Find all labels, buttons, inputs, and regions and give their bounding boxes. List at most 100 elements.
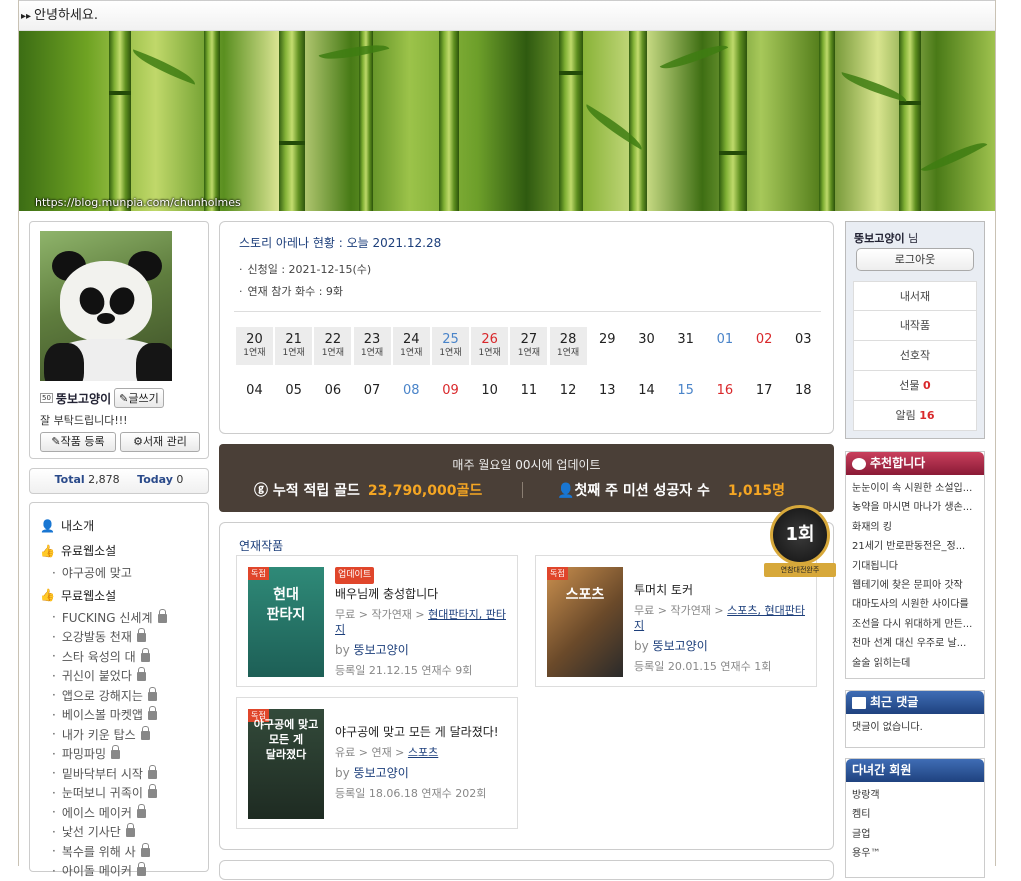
thumbs-up-icon: 👍 xyxy=(40,588,55,602)
cover-title: 스포츠 xyxy=(565,587,605,603)
lock-icon xyxy=(147,784,157,799)
work-by-label: by xyxy=(335,643,354,657)
calendar-day: 27 1연재 xyxy=(510,327,548,365)
menu-free-item-label: 스타 육성의 대 xyxy=(61,649,136,664)
update-badge: 업데이트 xyxy=(335,567,375,584)
bamboo-stalk xyxy=(204,31,220,211)
greeting-text: 안녕하세요. xyxy=(34,8,98,23)
cover-title: 현대 판타지 xyxy=(266,587,306,623)
calendar-day-number: 31 xyxy=(677,332,694,347)
bamboo-stalk xyxy=(109,31,131,211)
profile-nickname[interactable]: 뚱보고양이 xyxy=(56,390,111,407)
bamboo-stalk xyxy=(439,31,459,211)
calendar-day-number: 09 xyxy=(442,383,459,398)
login-menu-item[interactable]: 선물 0 xyxy=(853,371,977,401)
gold-label: ⓖ 누적 적립 골드 xyxy=(254,483,360,499)
recommend-item[interactable]: 기대됩니다 xyxy=(846,557,984,576)
calendar-day-number: 12 xyxy=(559,383,577,398)
visitor-item[interactable]: 방랑객 xyxy=(846,786,984,805)
work-card[interactable]: 독점 야구공에 맞고 모든 게 달라졌다 야구공에 맞고 모든 게 달라졌다! 유료 … xyxy=(236,697,518,829)
visitor-item[interactable]: 켐티 xyxy=(846,805,984,824)
calendar-day-number: 11 xyxy=(520,383,538,398)
bamboo-node xyxy=(719,151,747,155)
today-label: Today xyxy=(137,473,173,486)
login-menu-item[interactable]: 알림 16 xyxy=(853,401,977,431)
work-author[interactable]: 뚱보고양이 xyxy=(354,643,409,657)
recommend-item[interactable]: 웹테기에 찾은 문피아 갓작 xyxy=(846,576,984,595)
calendar-day: 15 xyxy=(667,378,704,416)
bamboo-node xyxy=(899,101,921,105)
menu-free-item[interactable]: 눈떠보니 귀족이 xyxy=(40,783,208,803)
cover-tag: 독점 xyxy=(547,567,568,580)
visitors-title: 다녀간 회원 xyxy=(852,763,912,777)
menu-free-item[interactable]: 복수를 위해 사 xyxy=(40,842,208,862)
recommend-item[interactable]: 농약을 마시면 마나가 생손... xyxy=(846,498,984,517)
calendar-day-number: 28 xyxy=(559,332,577,347)
recommend-item[interactable]: 술술 읽히는데 xyxy=(846,654,984,673)
winner-value: 1,015명 xyxy=(727,483,786,499)
work-author[interactable]: 뚱보고양이 xyxy=(653,639,708,653)
work-genre-link[interactable]: 스포츠 xyxy=(408,746,438,759)
menu-free-item[interactable]: 에이스 메이커 xyxy=(40,803,208,823)
register-work-button[interactable]: ✎작품 등록 xyxy=(40,432,116,452)
login-menu: 내서재 내작품 선호작 선물 0 알림 16 xyxy=(853,281,977,431)
menu-free-item[interactable]: 밑바닥부터 시작 xyxy=(40,764,208,784)
recommend-item[interactable]: 조선을 다시 위대하게 만든... xyxy=(846,615,984,634)
work-name[interactable]: 배우님께 충성합니다 xyxy=(335,587,510,602)
visitor-item[interactable]: 용우™ xyxy=(846,844,984,863)
menu-free-item[interactable]: 베이스볼 마켓앱 xyxy=(40,705,208,725)
work-cover[interactable]: 독점스포츠 xyxy=(547,567,623,677)
calendar-day-number: 27 xyxy=(520,332,538,347)
logout-button[interactable]: 로그아웃 xyxy=(856,248,974,271)
work-name[interactable]: 야구공에 맞고 모든 게 달라졌다! xyxy=(335,725,510,740)
login-menu-item[interactable]: 내서재 xyxy=(853,281,977,311)
visitor-item[interactable]: 글업 xyxy=(846,825,984,844)
work-card[interactable]: 독점 현대 판타지 업데이트 배우님께 충성합니다 무료 > 작가연재 > 현대판타지,… xyxy=(236,555,518,687)
calendar-row-2: 04 05 06 07 08 09 10 11 12 13 14 15 16 17 18 xyxy=(236,378,824,416)
menu-free-item[interactable]: 오강발동 천재 xyxy=(40,627,208,647)
write-button[interactable]: ✎글쓰기 xyxy=(114,388,164,408)
login-menu-item[interactable]: 내작품 xyxy=(853,311,977,341)
paid-list: 야구공에 맞고 xyxy=(40,563,208,583)
menu-free-item[interactable]: 스타 육성의 대 xyxy=(40,647,208,667)
work-genre-path: 무료 > 작가연재 > 스포츠, 현대판타지 xyxy=(634,603,809,633)
menu-free-item[interactable]: 앱으로 강해지는 xyxy=(40,686,208,706)
work-author[interactable]: 뚱보고양이 xyxy=(354,766,409,780)
login-menu-label: 선물 xyxy=(899,379,924,392)
menu-free-item[interactable]: 내가 키운 탑스 xyxy=(40,725,208,745)
lock-icon xyxy=(136,862,146,877)
calendar-day-number: 03 xyxy=(795,332,812,347)
calendar-day: 02 xyxy=(746,327,783,365)
recommend-item[interactable]: 21세기 반로판동전은_정... xyxy=(846,537,984,556)
calendar-day-number: 20 xyxy=(246,332,263,347)
blog-url[interactable]: https://blog.munpia.com/chunholmes xyxy=(35,196,241,209)
work-cover[interactable]: 독점 현대 판타지 xyxy=(248,567,324,677)
work-reg-info: 등록일 21.12.15 연재수 9회 xyxy=(335,664,473,677)
menu-free-item[interactable]: 귀신이 붙었다 xyxy=(40,666,208,686)
menu-free-item-label: 베이스볼 마켓앱 xyxy=(61,708,143,723)
menu-free-item[interactable]: 파밍파밍 xyxy=(40,744,208,764)
menu-paid-item[interactable]: 야구공에 맞고 xyxy=(40,563,208,583)
manage-library-button[interactable]: ⚙서재 관리 xyxy=(120,432,200,452)
story-arena-box: 스토리 아레나 현황 : 오늘 2021.12.28 신청일 : 2021-12… xyxy=(219,221,834,434)
recommend-item[interactable]: 대마도사의 시원한 사이다를 xyxy=(846,595,984,614)
bamboo-stalk xyxy=(359,31,373,211)
menu-free-item[interactable]: FUCKING 신세계 xyxy=(40,608,208,628)
calendar-day-number: 06 xyxy=(324,383,342,398)
calendar-day-status: 1연재 xyxy=(282,348,305,358)
recommend-item[interactable]: 화재의 킹 xyxy=(846,518,984,537)
menu-intro[interactable]: 👤 내소개 xyxy=(40,513,208,538)
menu-free-item-label: FUCKING 신세계 xyxy=(61,610,153,625)
work-cover[interactable]: 독점 야구공에 맞고 모든 게 달라졌다 xyxy=(248,709,324,819)
menu-paid[interactable]: 👍 유료웹소설 xyxy=(40,538,208,563)
menu-free[interactable]: 👍 무료웹소설 xyxy=(40,583,208,608)
recommend-item[interactable]: 천마 선계 대신 우주로 날... xyxy=(846,634,984,653)
page: ▸▸ 안녕하세요. https://blog.munpia.com/chunhol… xyxy=(18,0,996,880)
calendar-day: 31 xyxy=(667,327,704,365)
menu-free-item[interactable]: 낯선 기사단 xyxy=(40,822,208,842)
gold-banner: 매주 월요일 00시에 업데이트 ⓖ 누적 적립 골드 23,790,000골드 … xyxy=(219,444,834,512)
menu-free-item[interactable]: 아이돌 메이커 xyxy=(40,861,208,881)
bamboo-stalk xyxy=(279,31,305,211)
login-menu-item[interactable]: 선호작 xyxy=(853,341,977,371)
recommend-item[interactable]: 눈눈이이 속 시원한 소설입... xyxy=(846,479,984,498)
